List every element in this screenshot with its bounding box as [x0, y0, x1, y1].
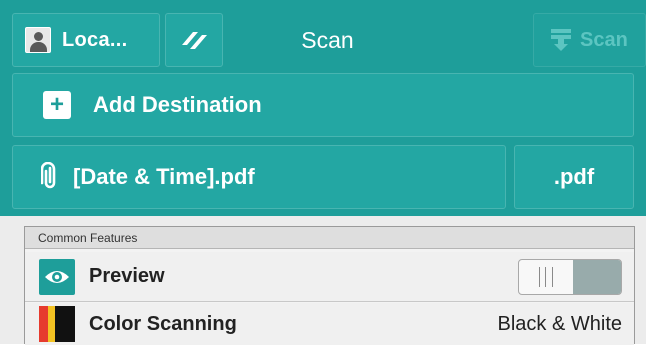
- preview-label: Preview: [89, 265, 165, 287]
- color-scanning-value: Black & White: [497, 312, 622, 335]
- file-type-button[interactable]: .pdf: [514, 145, 634, 209]
- user-label: Loca...: [62, 28, 128, 51]
- color-scanning-row[interactable]: Color Scanning Black & White: [25, 303, 634, 345]
- scan-button-label: Scan: [580, 28, 628, 51]
- file-name-label: [Date & Time].pdf: [73, 164, 255, 189]
- toggle-track: [573, 260, 621, 294]
- user-icon: [25, 27, 51, 53]
- section-header: Common Features: [25, 227, 634, 249]
- add-destination-button[interactable]: + Add Destination: [12, 73, 634, 137]
- local-user-button[interactable]: Loca...: [12, 13, 160, 67]
- tool-icon: [182, 32, 207, 49]
- color-palette-icon: [39, 306, 75, 342]
- preview-row[interactable]: Preview: [25, 252, 634, 302]
- preview-toggle[interactable]: [518, 259, 622, 295]
- page-title: Scan: [301, 26, 354, 53]
- file-type-label: .pdf: [553, 164, 595, 189]
- scan-icon: [551, 29, 571, 51]
- plus-icon: +: [43, 91, 71, 119]
- common-features-section: Common Features Preview Color Scanning B…: [24, 226, 635, 345]
- add-destination-label: Add Destination: [93, 92, 262, 117]
- tool-button[interactable]: [165, 13, 223, 67]
- color-scanning-label: Color Scanning: [89, 312, 237, 335]
- paperclip-icon: [41, 162, 56, 189]
- file-name-button[interactable]: [Date & Time].pdf: [12, 145, 506, 209]
- scan-button[interactable]: Scan: [533, 13, 646, 67]
- eye-icon: [39, 258, 75, 295]
- toggle-grip: [539, 267, 553, 287]
